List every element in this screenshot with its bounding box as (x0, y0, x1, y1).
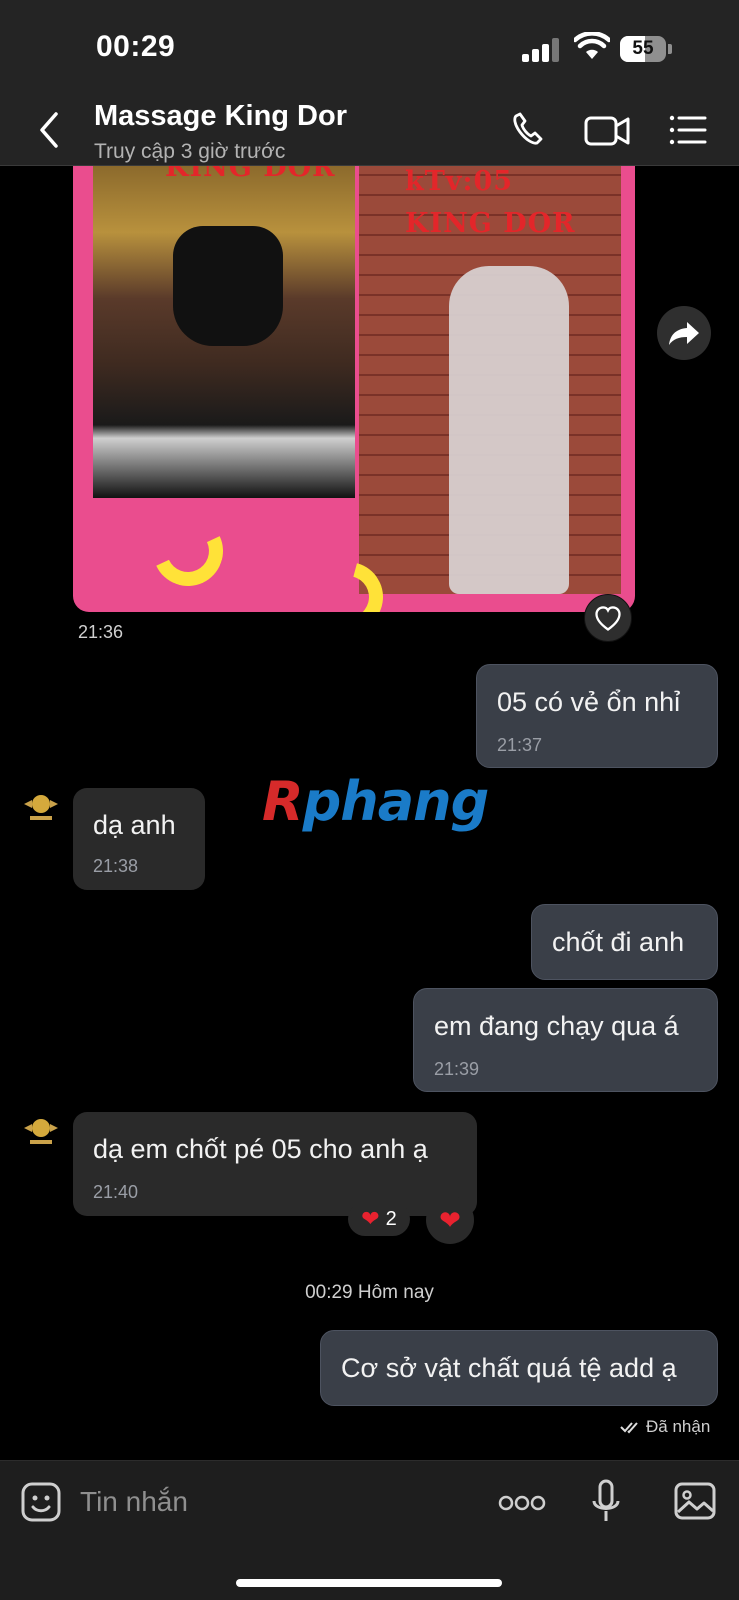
forward-icon[interactable] (657, 306, 711, 360)
wifi-icon (574, 32, 610, 59)
message-bubble-outgoing[interactable]: chốt đi anh (531, 904, 718, 980)
message-input[interactable]: Tin nhắn (80, 1481, 460, 1523)
contact-last-seen: Truy cập 3 giờ trước (94, 140, 286, 163)
message-bubble-outgoing[interactable]: 05 có vẻ ổn nhỉ 21:37 (476, 664, 718, 768)
watermark-letter: R (262, 770, 304, 833)
message-text: chốt đi anh (552, 927, 685, 957)
status-time: 00:29 (96, 30, 176, 63)
message-time: 21:39 (434, 1059, 480, 1079)
message-text: dạ anh (93, 810, 176, 840)
heart-react-icon[interactable] (584, 594, 632, 642)
react-button[interactable]: ❤ (426, 1196, 474, 1244)
image-gallery-icon[interactable] (674, 1481, 716, 1521)
microphone-icon[interactable] (592, 1479, 620, 1525)
home-indicator[interactable] (236, 1579, 502, 1587)
message-text: dạ em chốt pé 05 cho anh ạ (93, 1134, 428, 1164)
double-check-icon (620, 1422, 638, 1434)
contact-name[interactable]: Massage King Dor (94, 100, 347, 133)
message-bubble-outgoing[interactable]: em đang chạy qua á 21:39 (413, 988, 718, 1092)
contact-avatar[interactable] (22, 788, 60, 826)
photo-left-panel (93, 166, 355, 498)
date-separator: 00:29 Hôm nay (305, 1282, 434, 1303)
photo-message[interactable]: KING DOR kTv:05 KING DOR (73, 166, 635, 612)
battery-level: 55 (632, 38, 654, 59)
cellular-signal-icon (522, 38, 562, 62)
more-options-icon[interactable] (498, 1493, 546, 1513)
message-text: Cơ sở vật chất quá tệ add ạ (341, 1353, 677, 1383)
heart-icon: ❤ (361, 1206, 380, 1231)
message-bubble-incoming[interactable]: dạ em chốt pé 05 cho anh ạ 21:40 (73, 1112, 477, 1216)
heart-icon: ❤ (439, 1205, 461, 1235)
message-text: 05 có vẻ ổn nhỉ (497, 687, 681, 717)
chat-header: 00:29 55 Massage King Dor Truy cập 3 giờ… (0, 0, 739, 166)
watermark: Rphang (262, 770, 490, 833)
message-time: 21:40 (93, 1182, 139, 1202)
sticker-icon[interactable] (20, 1481, 62, 1523)
photo-timestamp: 21:36 (78, 622, 124, 642)
battery-icon: 55 (620, 36, 672, 62)
receipt-label: Đã nhận (646, 1417, 711, 1436)
photo-caption-right-1: kTv:05 (405, 166, 514, 197)
message-time: 21:37 (497, 735, 543, 755)
phone-icon[interactable] (508, 108, 548, 152)
read-receipt: Đã nhận (620, 1417, 710, 1437)
message-bubble-incoming[interactable]: dạ anh 21:38 (73, 788, 205, 890)
contact-avatar[interactable] (22, 1112, 60, 1150)
back-icon[interactable] (34, 108, 64, 152)
photo-caption-right-2: KING DOR (405, 208, 576, 239)
photo-caption-left: KING DOR (165, 166, 336, 183)
message-composer: Tin nhắn (0, 1460, 739, 1600)
message-bubble-outgoing[interactable]: Cơ sở vật chất quá tệ add ạ (320, 1330, 718, 1406)
reaction-count: 2 (385, 1207, 397, 1230)
menu-icon[interactable] (668, 108, 708, 152)
watermark-text: phang (302, 770, 490, 833)
banana-sticker (143, 506, 233, 596)
message-time: 21:38 (93, 856, 139, 876)
video-icon[interactable] (584, 108, 630, 152)
reaction-summary[interactable]: ❤ 2 (348, 1202, 410, 1236)
message-text: em đang chạy qua á (434, 1011, 679, 1041)
